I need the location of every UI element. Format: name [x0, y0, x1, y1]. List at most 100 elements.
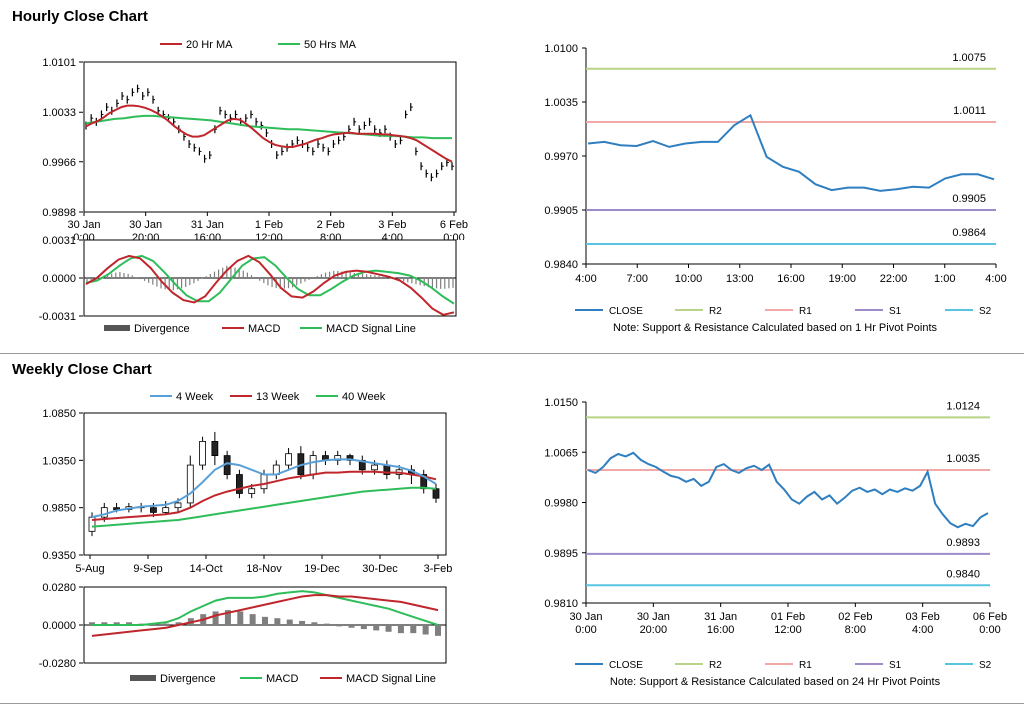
divergence-bar — [212, 611, 219, 625]
candle-body — [199, 441, 206, 466]
legend-13-week: 13 Week — [256, 391, 300, 403]
legend-divergence-swatch — [104, 325, 130, 331]
level-label-s2: 0.9840 — [946, 568, 980, 580]
level-label-s1: 0.9893 — [946, 537, 980, 549]
hourly-section-title: Hourly Close Chart — [12, 8, 148, 25]
y-tick-label: 1.0850 — [42, 408, 76, 420]
ma20-line — [85, 104, 453, 163]
divergence-bar — [237, 611, 244, 625]
y-tick-label: 1.0150 — [544, 397, 578, 409]
divergence-bar — [348, 625, 355, 628]
divergence-bar — [299, 620, 306, 625]
y-tick-label: 0.9898 — [42, 207, 76, 219]
y-tick-label: 0.0031 — [42, 235, 76, 247]
x-tick-label: 7:00 — [627, 273, 648, 285]
legend-r1: R1 — [799, 306, 812, 317]
candle-body — [432, 488, 440, 499]
y-tick-label: 0.9810 — [544, 598, 578, 610]
close-line — [587, 451, 989, 529]
legend-close: CLOSE — [609, 306, 643, 317]
legend-40-week: 40 Week — [342, 391, 386, 403]
x-tick-label: 13:00 — [726, 273, 754, 285]
legend-macd: MACD — [248, 323, 280, 335]
y-tick-label: 0.9895 — [544, 548, 578, 560]
x-tick-label: 22:00 — [880, 273, 908, 285]
y-tick-label: 1.0350 — [42, 455, 76, 467]
pivot-note: Note: Support & Resistance Calculated ba… — [610, 676, 941, 688]
legend-s2: S2 — [979, 306, 992, 317]
weekly-price-chart: 4 Week 13 Week 40 Week 1.0850 1.0350 0.9850 0.… — [42, 391, 453, 575]
divergence-bar — [422, 625, 429, 635]
x-tick-time: 0:00 — [575, 624, 596, 636]
x-tick-date: 31 Jan — [704, 611, 737, 623]
candle-body — [174, 502, 182, 509]
candle-body — [186, 464, 194, 504]
hourly-pivot-chart: 1.0100 1.0035 0.9970 0.9905 0.9840 1.0075 1.00… — [544, 43, 1006, 334]
legend-macd-signal: MACD Signal Line — [346, 673, 436, 685]
legend-s2: S2 — [979, 660, 992, 671]
x-tick-label: 30-Dec — [362, 563, 398, 575]
y-tick-label: -0.0031 — [39, 311, 76, 323]
y-tick-label: 0.9966 — [42, 157, 76, 169]
level-label-s2: 0.9864 — [952, 227, 986, 239]
y-tick-label: 0.9350 — [42, 550, 76, 562]
x-tick-date: 30 Jan — [569, 611, 602, 623]
pivot-note: Note: Support & Resistance Calculated ba… — [613, 322, 938, 334]
legend-50hrs-ma: 50 Hrs MA — [304, 39, 357, 51]
x-tick-label: 5-Aug — [75, 563, 104, 575]
x-tick-date: 01 Feb — [771, 611, 805, 623]
divergence-bar — [397, 625, 404, 634]
legend-r2: R2 — [709, 660, 722, 671]
divergence-bar — [410, 625, 417, 634]
x-tick-label: 16:00 — [777, 273, 805, 285]
divergence-bar — [286, 619, 293, 625]
y-tick-label: 1.0101 — [42, 57, 76, 69]
x-tick-date: 03 Feb — [906, 611, 940, 623]
y-tick-label: 1.0035 — [544, 97, 578, 109]
weekly-macd-chart: 0.0280 0.0000 -0.0280 Divergence MACD MACD Si… — [39, 582, 447, 685]
y-tick-label: 0.9905 — [544, 205, 578, 217]
divergence-bar — [249, 614, 256, 625]
x-tick-label: 4:00 — [575, 273, 596, 285]
legend-divergence: Divergence — [134, 323, 190, 335]
legend-4-week: 4 Week — [176, 391, 214, 403]
x-tick-label: 14-Oct — [189, 563, 222, 575]
x-tick-date: 02 Feb — [838, 611, 872, 623]
candle-body — [162, 507, 170, 513]
level-label-r2: 1.0075 — [952, 52, 986, 64]
section-divider — [0, 353, 1024, 354]
divergence-bar — [435, 625, 441, 636]
divergence-bar — [323, 623, 330, 625]
level-label-r2: 1.0124 — [946, 400, 980, 412]
close-line — [587, 113, 995, 192]
x-tick-label: 10:00 — [675, 273, 703, 285]
hourly-macd-chart: 0.0031 0.0000 -0.0031 Divergence MACD MACD Si… — [39, 235, 457, 335]
x-tick-label: 19:00 — [828, 273, 856, 285]
divergence-bar — [274, 618, 281, 625]
candle-body — [211, 441, 219, 457]
x-tick-date: 06 Feb — [973, 611, 1007, 623]
x-tick-time: 12:00 — [774, 624, 802, 636]
legend-s1: S1 — [889, 306, 902, 317]
divergence-bar — [360, 625, 367, 630]
x-tick-time: 20:00 — [640, 624, 668, 636]
x-tick-time: 16:00 — [707, 624, 735, 636]
legend-20hr-ma: 20 Hr MA — [186, 39, 233, 51]
x-tick-label: 4:00 — [985, 273, 1006, 285]
legend-s1: S1 — [889, 660, 902, 671]
x-tick-label: 18-Nov — [246, 563, 282, 575]
candle-body — [309, 455, 317, 475]
x-tick-date: 30 Jan — [637, 611, 670, 623]
candle-body — [260, 474, 268, 490]
level-label-r1: 1.0011 — [953, 105, 986, 117]
y-tick-label: 0.9980 — [544, 498, 578, 510]
x-tick-label: 9-Sep — [133, 563, 162, 575]
divergence-bar — [163, 623, 170, 625]
x-tick-label: 3-Feb — [424, 563, 453, 575]
legend-close: CLOSE — [609, 660, 643, 671]
macd-line — [85, 254, 455, 316]
y-tick-label: 0.0000 — [42, 620, 76, 632]
y-tick-label: -0.0280 — [39, 658, 76, 670]
weekly-pivot-chart: 1.0150 1.0065 0.9980 0.9895 0.9810 1.0124 1.00… — [544, 397, 1007, 688]
candle-body — [371, 464, 378, 471]
